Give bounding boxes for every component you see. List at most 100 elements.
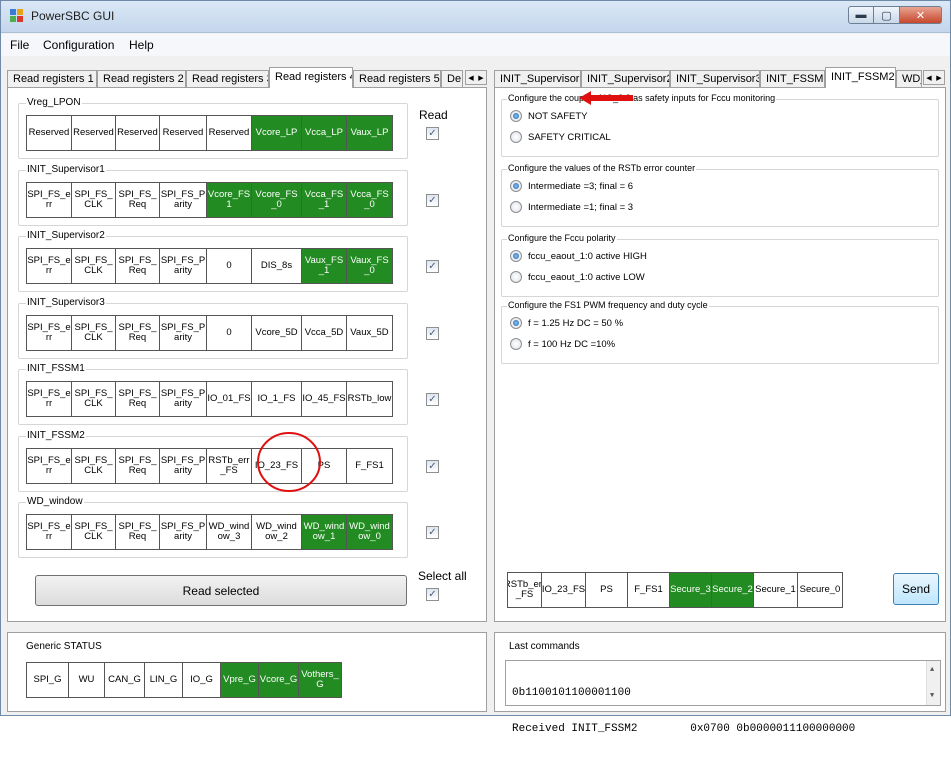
bit-cell-spi-fs-e-rr: SPI_FS_e rr [27,448,72,483]
tab-init-fssm1[interactable]: INIT_FSSM1 [760,70,825,87]
bit-cell-io-1-fs: IO_1_FS [252,382,302,416]
right-tab-scroll: ◀ ▶ [923,70,945,85]
bit-cell-secure-3: Secure_3 [670,573,712,607]
radio-button-icon[interactable] [510,110,522,122]
tab-read-registers-3[interactable]: Read registers 3 [186,70,269,87]
read-selected-button[interactable]: Read selected [35,575,407,606]
tab-scroll-left-icon[interactable]: ◀ [924,71,934,84]
bit-cell-rstb-err-fs: RSTb_err _FS [508,573,542,607]
radio-label: f = 100 Hz DC =10% [528,338,616,350]
bit-cell-vcca-lp: Vcca_LP [302,116,347,150]
tab-scroll-left-icon[interactable]: ◀ [466,71,476,84]
bit-cell-spi-fs-clk: SPI_FS_ CLK [72,515,116,549]
radio-option-f-1-25-hz-dc-50[interactable]: f = 1.25 Hz DC = 50 % [510,317,623,329]
select-all-checkbox[interactable]: ✓ [426,588,439,601]
radio-button-icon[interactable] [510,338,522,350]
bit-cell-spi-fs-req: SPI_FS_ Req [116,182,160,217]
read-checkbox-init-supervisor3[interactable]: ✓ [426,326,439,340]
radio-option-not-safety[interactable]: NOT SAFETY [510,110,587,122]
tab-wd[interactable]: WD_ [896,70,922,87]
scroll-down-icon[interactable]: ▼ [930,690,934,702]
tab-scroll-right-icon[interactable]: ▶ [476,71,486,84]
config-group [501,99,939,157]
tab-read-registers-1[interactable]: Read registers 1 [7,70,97,87]
menu-configuration[interactable]: Configuration [43,38,114,52]
register-group-title: Vreg_LPON [26,97,82,108]
bit-cell-spi-fs-e-rr: SPI_FS_e rr [27,315,72,350]
bit-cell-vaux-lp: Vaux_LP [347,116,392,150]
bit-cell-spi-fs-e-rr: SPI_FS_e rr [27,382,72,416]
last-commands-log[interactable]: 0b1100101100001100 Received INIT_FSSM2 0… [505,660,941,735]
bit-cell-spi-fs-req: SPI_FS_ Req [116,515,160,549]
init-fssm2-panel: Configure the couple of IO_3:2 as safety… [494,87,946,622]
radio-button-icon[interactable] [510,131,522,143]
minimize-button[interactable]: ▬ [848,6,874,24]
radio-button-icon[interactable] [510,271,522,283]
read-checkbox-vreg-lpon[interactable]: ✓ [426,127,439,140]
read-header: Read [419,108,448,122]
maximize-button[interactable]: ▢ [874,6,900,24]
last-commands-panel: Last commands 0b1100101100001100 Receive… [494,632,946,735]
bit-cell-reserved: Reserved [72,116,116,150]
bit-cell-vcca-5d: Vcca_5D [302,315,347,350]
bit-cell-rstb-err-fs: RSTb_err _FS [207,448,252,483]
read-checkbox-init-fssm2[interactable]: ✓ [426,459,439,473]
bit-cell-spi-fs-p-arity: SPI_FS_P arity [160,182,207,217]
read-checkbox-init-fssm1[interactable]: ✓ [426,393,439,406]
radio-label: fccu_eaout_1:0 active LOW [528,271,645,283]
bit-cell-io-01-fs: IO_01_FS [207,382,252,416]
bit-cell-wd-wind-ow-2: WD_wind ow_2 [252,515,302,549]
tab-read-registers-5[interactable]: Read registers 5 [353,70,441,87]
tab-read-registers-4[interactable]: Read registers 4 [269,67,353,88]
generic-status-panel: Generic STATUS SPI_G WU CAN_G LIN_G IO_G Vpre… [7,632,487,712]
radio-button-icon[interactable] [510,180,522,192]
bit-cell-spi-fs-clk: SPI_FS_ CLK [72,382,116,416]
register-bit-row: SPI_FS_e rr SPI_FS_ CLK SPI_FS_ Req SPI_FS_… [26,381,393,417]
log-scrollbar[interactable]: ▲ ▼ [926,661,940,705]
radio-button-icon[interactable] [510,201,522,213]
tab-init-fssm2[interactable]: INIT_FSSM2 [825,67,896,88]
radio-option-f-100-hz-dc-10[interactable]: f = 100 Hz DC =10% [510,338,615,350]
menu-help[interactable]: Help [129,38,154,52]
bit-cell-spi-g: SPI_G [27,663,69,697]
tab-init-supervisor3[interactable]: INIT_Supervisor3 [670,70,760,87]
send-button[interactable]: Send [893,573,939,605]
register-bit-row: SPI_FS_e rr SPI_FS_ CLK SPI_FS_ Req SPI_FS_… [26,248,393,284]
scroll-up-icon[interactable]: ▲ [930,664,934,676]
bit-cell-io-45-fs: IO_45_FS [302,382,347,416]
menu-file[interactable]: File [10,38,29,52]
radio-label: SAFETY CRITICAL [528,131,611,143]
annotation-arrow-icon [579,91,633,105]
bit-cell-vaux-5d: Vaux_5D [347,315,392,350]
bit-cell-wd-wind-ow-0: WD_wind ow_0 [347,515,392,549]
read-checkbox-wd-window[interactable]: ✓ [426,526,439,539]
bit-cell-wu: WU [69,663,105,697]
radio-label: f = 1.25 Hz DC = 50 % [528,317,624,329]
register-group-title: INIT_FSSM1 [26,363,86,374]
read-checkbox-init-supervisor2[interactable]: ✓ [426,260,439,273]
radio-button-icon[interactable] [510,317,522,329]
bit-cell-secure-1: Secure_1 [754,573,798,607]
tab-init-supervisor2[interactable]: INIT_Supervisor2 [581,70,670,87]
tab-init-supervisor1[interactable]: INIT_Supervisor1 [494,70,581,87]
radio-option-fccu-eaout-1-0-active-low[interactable]: fccu_eaout_1:0 active LOW [510,271,645,283]
radio-button-icon[interactable] [510,250,522,262]
bit-cell-vaux-fs-0: Vaux_FS _0 [347,249,392,283]
radio-option-fccu-eaout-1-0-active-high[interactable]: fccu_eaout_1:0 active HIGH [510,250,647,262]
close-button[interactable]: ✕ [900,6,942,24]
log-line: Received INIT_FSSM2 0x0700 0b00000111000… [512,723,856,735]
bit-cell-spi-fs-clk: SPI_FS_ CLK [72,315,116,350]
radio-option-safety-critical[interactable]: SAFETY CRITICAL [510,131,611,143]
radio-option-intermediate-1-final-3[interactable]: Intermediate =1; final = 3 [510,201,633,213]
register-group-title: INIT_Supervisor1 [26,163,106,175]
radio-option-intermediate-3-final-6[interactable]: Intermediate =3; final = 6 [510,180,633,192]
read-checkbox-init-supervisor1[interactable]: ✓ [426,193,439,207]
bit-cell-spi-fs-p-arity: SPI_FS_P arity [160,448,207,483]
tab-scroll-right-icon[interactable]: ▶ [934,71,944,84]
register-group-title: INIT_Supervisor2 [26,230,106,241]
tab-de[interactable]: De [441,70,463,87]
tab-read-registers-2[interactable]: Read registers 2 [97,70,186,87]
window-title: PowerSBC GUI [31,9,115,23]
register-bit-row: SPI_FS_e rr SPI_FS_ CLK SPI_FS_ Req SPI_FS_… [26,181,393,218]
title-bar: PowerSBC GUI ▬ ▢ ✕ [1,1,950,33]
